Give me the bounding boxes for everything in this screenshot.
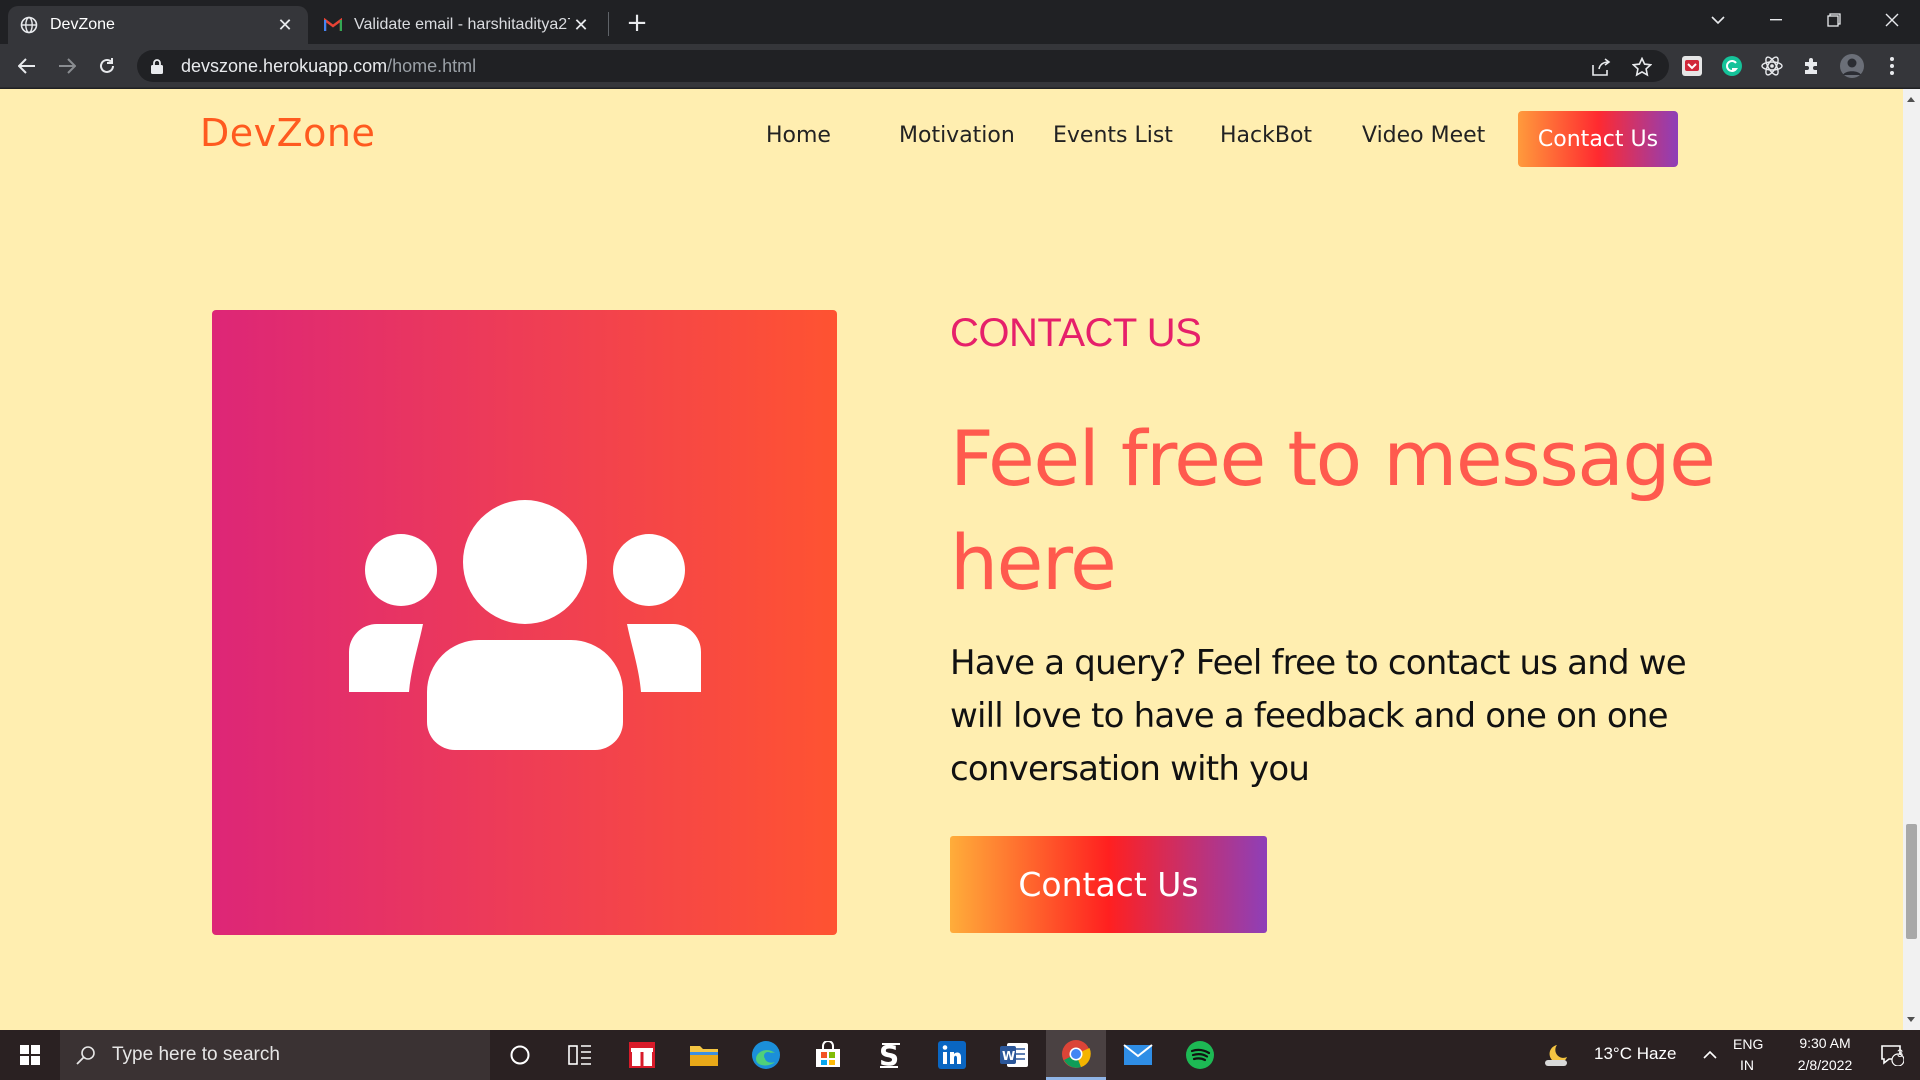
input-language[interactable]: ENG	[1733, 1036, 1763, 1052]
clock-time[interactable]: 9:30 AM	[1786, 1035, 1864, 1051]
share-icon[interactable]	[1590, 56, 1612, 78]
linkedin-icon[interactable]	[922, 1030, 982, 1080]
bookmark-star-icon[interactable]	[1631, 56, 1653, 78]
chrome-icon[interactable]	[1046, 1030, 1106, 1080]
pocket-extension-icon[interactable]	[1680, 54, 1704, 78]
site-logo[interactable]: DevZone	[200, 111, 375, 155]
nav-events-list[interactable]: Events List	[1053, 123, 1173, 148]
new-tab-button[interactable]: +	[622, 8, 652, 38]
windows-taskbar: Type here to search S W 13°C Haze ENG IN…	[0, 1030, 1920, 1080]
input-region[interactable]: IN	[1740, 1057, 1754, 1073]
url-host: devszone.herokuapp.com	[181, 55, 388, 76]
minimize-icon[interactable]	[1748, 0, 1804, 40]
nav-video-meet[interactable]: Video Meet	[1362, 123, 1485, 148]
edge-browser-icon[interactable]	[736, 1030, 796, 1080]
nav-home[interactable]: Home	[766, 123, 831, 148]
grammarly-extension-icon[interactable]	[1720, 54, 1744, 78]
nav-motivation[interactable]: Motivation	[899, 123, 1015, 148]
clock-date[interactable]: 2/8/2022	[1782, 1057, 1868, 1073]
url-path: /home.html	[387, 55, 477, 76]
gmail-icon	[324, 16, 342, 34]
nav-hackbot[interactable]: HackBot	[1220, 123, 1312, 148]
forward-arrow-icon[interactable]	[52, 51, 82, 81]
notification-count: 3	[1897, 1048, 1904, 1060]
users-group-icon	[349, 500, 701, 750]
contact-description: Have a query? Feel free to contact us an…	[950, 643, 1687, 789]
mail-icon[interactable]	[1108, 1030, 1168, 1080]
contact-illustration-card	[212, 310, 837, 935]
word-icon[interactable]: W	[984, 1030, 1044, 1080]
restore-icon[interactable]	[1806, 0, 1862, 40]
tray-overflow-chevron-icon[interactable]	[1696, 1030, 1724, 1080]
contact-us-button[interactable]: Contact Us	[950, 836, 1267, 933]
gift-app-icon[interactable]	[612, 1030, 672, 1080]
close-tab-icon[interactable]: ✕	[570, 14, 592, 36]
windows-start-icon[interactable]	[0, 1030, 60, 1080]
search-placeholder: Type here to search	[112, 1044, 280, 1065]
nav-contact-us-button[interactable]: Contact Us	[1518, 111, 1678, 167]
tab-search-icon[interactable]	[1690, 0, 1746, 40]
search-icon	[76, 1044, 98, 1066]
reload-icon[interactable]	[92, 51, 122, 81]
page-headline: Feel free to message here	[950, 414, 1716, 607]
weather-moon-icon[interactable]	[1536, 1030, 1576, 1080]
scroll-up-arrow-icon[interactable]	[1907, 97, 1915, 102]
lock-icon	[151, 58, 167, 74]
browser-toolbar: devszone.herokuapp.com/home.html	[0, 44, 1920, 88]
taskbar-search-box[interactable]: Type here to search	[60, 1030, 490, 1080]
section-label: CONTACT US	[950, 311, 1202, 355]
tab-devzone[interactable]: DevZone ✕	[8, 6, 308, 44]
close-window-icon[interactable]	[1864, 0, 1920, 40]
cortana-icon[interactable]	[490, 1030, 550, 1080]
extensions-puzzle-icon[interactable]	[1800, 54, 1824, 78]
notifications-icon[interactable]: 3	[1868, 1030, 1916, 1080]
scroll-down-arrow-icon[interactable]	[1907, 1017, 1915, 1022]
close-tab-icon[interactable]: ✕	[274, 14, 296, 36]
tab-title: Validate email - harshitaditya27@	[354, 16, 570, 33]
page-scrollbar[interactable]	[1903, 89, 1920, 1030]
browser-tab-strip: DevZone ✕ Validate email - harshitaditya…	[0, 0, 1920, 44]
svg-text:W: W	[1002, 1049, 1015, 1063]
browser-menu-icon[interactable]	[1880, 54, 1904, 78]
page-viewport: DevZone Home Motivation Events List Hack…	[0, 89, 1903, 1030]
spotify-icon[interactable]	[1170, 1030, 1230, 1080]
tab-separator	[608, 12, 609, 36]
react-devtools-icon[interactable]	[1760, 54, 1784, 78]
task-view-icon[interactable]	[550, 1030, 610, 1080]
skype-like-app-icon[interactable]: S	[860, 1030, 920, 1080]
address-bar[interactable]: devszone.herokuapp.com/home.html	[137, 50, 1669, 82]
scrollbar-thumb[interactable]	[1906, 824, 1917, 939]
microsoft-store-icon[interactable]	[798, 1030, 858, 1080]
globe-icon	[20, 16, 38, 34]
weather-text[interactable]: 13°C Haze	[1594, 1044, 1676, 1064]
tab-title: DevZone	[50, 16, 115, 33]
tab-gmail[interactable]: Validate email - harshitaditya27@ ✕	[312, 6, 604, 44]
back-arrow-icon[interactable]	[12, 51, 42, 81]
file-explorer-icon[interactable]	[674, 1030, 734, 1080]
profile-avatar[interactable]	[1840, 54, 1864, 78]
